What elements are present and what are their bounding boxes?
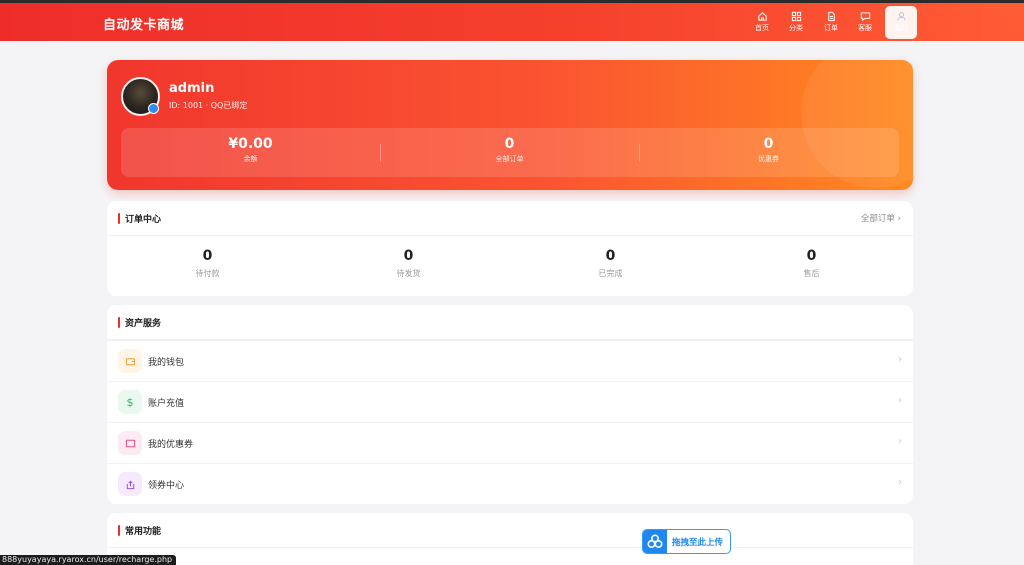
nav-orders[interactable]: 订单 — [816, 8, 846, 38]
section-accent-bar — [118, 213, 120, 224]
profile-stats: ¥0.00 余额 0 全部订单 0 优惠券 — [121, 128, 899, 177]
wallet-icon — [118, 349, 142, 373]
stat-coupons-label: 优惠券 — [758, 155, 779, 163]
order-pending-delivery[interactable]: 0 待发货 — [308, 248, 509, 279]
chevron-right-icon: › — [898, 436, 902, 447]
order-stat-label: 待发货 — [396, 269, 421, 278]
chevron-right-icon: › — [898, 354, 902, 365]
home-icon — [757, 12, 767, 21]
stat-total-orders[interactable]: 0 全部订单 — [380, 128, 639, 177]
stat-balance-value: ¥0.00 — [228, 136, 273, 152]
order-after-sales[interactable]: 0 售后 — [711, 248, 912, 279]
drag-upload-button[interactable]: 拖拽至此上传 — [642, 529, 731, 554]
menu-item-label: 我的优惠券 — [148, 440, 194, 450]
status-bar-url: 888yuyayaya.ryarox.cn/user/recharge.php — [0, 555, 177, 565]
username: admin — [169, 81, 215, 96]
order-stat-label: 售后 — [803, 269, 820, 278]
menu-item-coupons[interactable]: 我的优惠券 › — [107, 422, 913, 463]
stat-orders-value: 0 — [504, 136, 515, 152]
asset-services-title: 资产服务 — [125, 319, 162, 329]
user-icon — [896, 12, 906, 21]
all-orders-link[interactable]: 全部订单 › — [861, 212, 901, 224]
nav-profile[interactable]: 我的 — [885, 6, 917, 39]
drag-upload-label: 拖拽至此上传 — [672, 538, 724, 548]
nav-category[interactable]: 分类 — [781, 8, 811, 38]
nav-service-label: 客服 — [858, 24, 872, 32]
order-pending-payment[interactable]: 0 待付款 — [107, 248, 308, 279]
user-id-line: ID: 1001 · QQ已绑定 — [169, 101, 248, 110]
order-center-header: 订单中心 全部订单 › — [107, 201, 913, 236]
menu-item-coupon-center[interactable]: 领券中心 › — [107, 463, 913, 504]
nav-home[interactable]: 首页 — [747, 8, 777, 38]
coupon-icon — [118, 431, 142, 455]
order-center-title: 订单中心 — [125, 215, 162, 225]
brand-title[interactable]: 自动发卡商城 — [103, 14, 184, 33]
order-stat-value: 0 — [605, 248, 616, 264]
menu-item-label: 账户充值 — [148, 399, 185, 409]
order-stat-value: 0 — [202, 248, 213, 264]
profile-card: admin ID: 1001 · QQ已绑定 ¥0.00 余额 0 全部订单 0… — [107, 60, 913, 190]
nav-home-label: 首页 — [755, 24, 769, 32]
stat-orders-label: 全部订单 — [495, 155, 524, 163]
nav-orders-label: 订单 — [824, 24, 838, 32]
grid-icon — [791, 11, 801, 22]
dollar-icon: $ — [118, 390, 142, 414]
nav-service[interactable]: 客服 — [850, 8, 880, 38]
order-stat-label: 已完成 — [598, 269, 623, 278]
section-accent-bar — [118, 525, 120, 536]
nav-profile-label: 我的 — [894, 24, 908, 32]
asset-services-card: 资产服务 我的钱包 › $ 账户充值 › 我的优惠券 › 领券中心 › — [107, 305, 913, 504]
avatar[interactable] — [121, 77, 160, 116]
order-stat-value: 0 — [806, 248, 817, 264]
order-completed[interactable]: 0 已完成 — [510, 248, 711, 279]
menu-item-wallet[interactable]: 我的钱包 › — [107, 340, 913, 381]
gift-icon — [118, 472, 142, 496]
stat-coupons[interactable]: 0 优惠券 — [639, 128, 898, 177]
asset-services-header: 资产服务 — [107, 305, 913, 340]
order-center-card: 订单中心 全部订单 › 0 待付款 0 待发货 0 已完成 0 售后 — [107, 201, 913, 296]
cloud-upload-icon — [643, 530, 667, 553]
verified-badge-icon — [148, 103, 159, 114]
common-functions-header: 常用功能 — [107, 513, 913, 548]
stat-balance[interactable]: ¥0.00 余额 — [121, 128, 380, 177]
nav-category-label: 分类 — [789, 24, 803, 32]
stat-balance-label: 余额 — [243, 155, 258, 163]
section-accent-bar — [118, 317, 120, 328]
chevron-right-icon: › — [898, 477, 902, 488]
order-stat-label: 待付款 — [195, 269, 220, 278]
stat-coupons-value: 0 — [763, 136, 774, 152]
document-icon — [827, 11, 835, 22]
common-functions-title: 常用功能 — [125, 527, 162, 537]
top-header: 自动发卡商城 首页 分类 订单 客服 我的 — [0, 3, 1024, 41]
chat-icon — [860, 12, 870, 22]
common-functions-card: 常用功能 — [107, 513, 913, 565]
menu-item-label: 我的钱包 — [148, 358, 185, 368]
menu-item-label: 领券中心 — [148, 481, 185, 491]
menu-item-recharge[interactable]: $ 账户充值 › — [107, 381, 913, 422]
chevron-right-icon: › — [898, 395, 902, 406]
order-stat-value: 0 — [403, 248, 414, 264]
